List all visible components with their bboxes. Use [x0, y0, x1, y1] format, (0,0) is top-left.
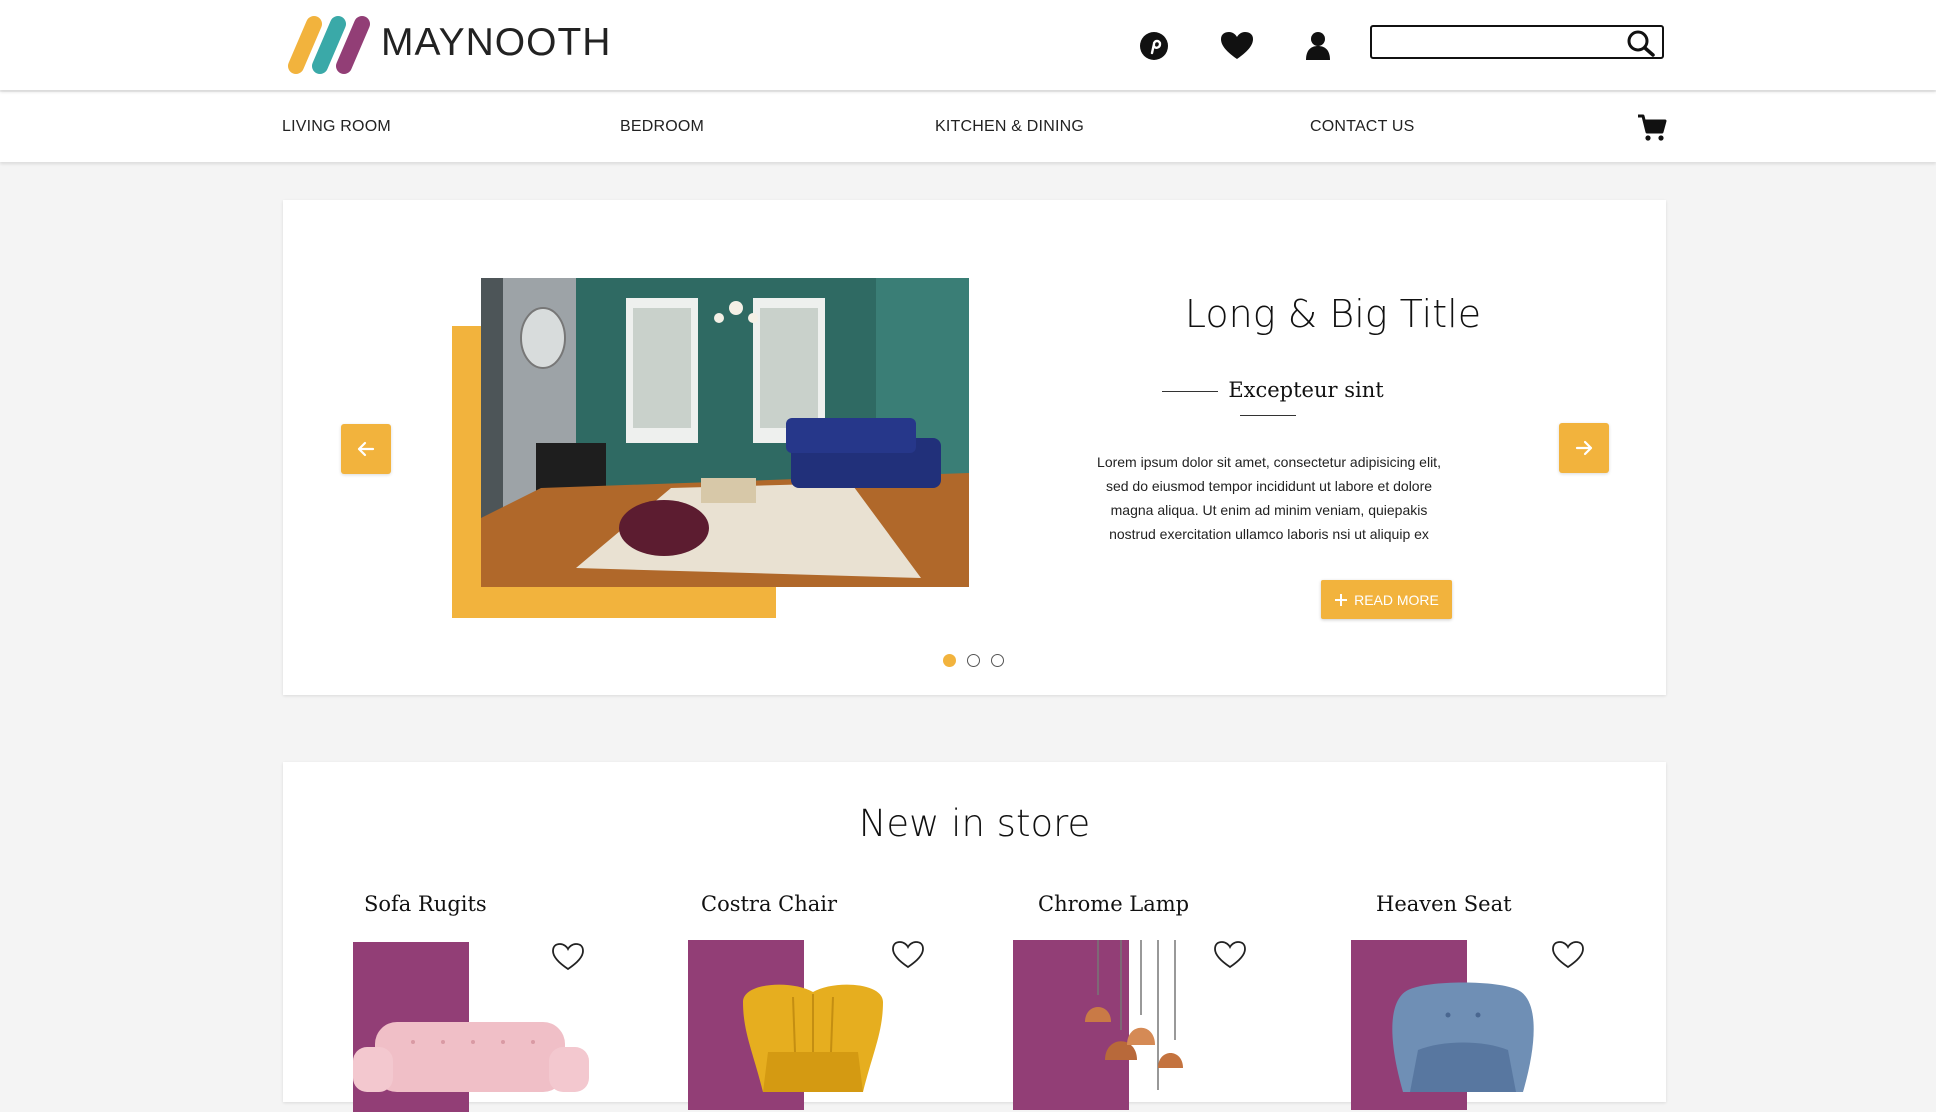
- user-icon[interactable]: [1300, 28, 1336, 64]
- nav-item-contact-us[interactable]: CONTACT US: [1310, 118, 1415, 136]
- carousel-dot-3[interactable]: [991, 654, 1004, 667]
- favorite-heart-icon[interactable]: [1213, 940, 1247, 970]
- product-name-costra-chair[interactable]: Costra Chair: [701, 892, 837, 916]
- carousel-prev-button[interactable]: [341, 424, 391, 474]
- pinterest-icon[interactable]: [1136, 28, 1172, 64]
- carousel-dot-1[interactable]: [943, 654, 956, 667]
- product-image-sofa[interactable]: [353, 1002, 593, 1092]
- search-input[interactable]: [1380, 27, 1624, 57]
- read-more-label: READ MORE: [1354, 591, 1439, 608]
- subtitle-rule-left: [1162, 391, 1219, 392]
- hero-carousel: Long & Big Title Excepteur sint Lorem ip…: [283, 200, 1666, 695]
- product-image-chair[interactable]: [733, 982, 893, 1092]
- section-title: New in store: [858, 802, 1091, 845]
- maynooth-logo-icon[interactable]: [282, 14, 374, 76]
- hero-title: Long & Big Title: [1184, 292, 1482, 336]
- heart-icon[interactable]: [1219, 28, 1255, 64]
- hero-subtitle-text: Excepteur sint: [1228, 378, 1384, 402]
- product-name-sofa-rugits[interactable]: Sofa Rugits: [364, 892, 487, 916]
- carousel-next-button[interactable]: [1559, 423, 1609, 473]
- carousel-dot-2[interactable]: [967, 654, 980, 667]
- product-name-heaven-seat[interactable]: Heaven Seat: [1376, 892, 1512, 916]
- cart-icon[interactable]: [1636, 112, 1668, 144]
- plus-icon: [1335, 593, 1348, 606]
- arrow-right-icon: [1575, 440, 1593, 456]
- product-image-seat[interactable]: [1388, 980, 1538, 1092]
- product-name-chrome-lamp[interactable]: Chrome Lamp: [1038, 892, 1189, 916]
- nav-item-living-room[interactable]: LIVING ROOM: [282, 118, 391, 136]
- favorite-heart-icon[interactable]: [891, 940, 925, 970]
- site-header: MAYNOOTH: [0, 0, 1936, 90]
- search-icon[interactable]: [1626, 29, 1656, 57]
- brand-name[interactable]: MAYNOOTH: [381, 21, 611, 65]
- nav-item-bedroom[interactable]: BEDROOM: [620, 118, 704, 136]
- hero-subtitle: Excepteur sint: [1133, 378, 1403, 426]
- read-more-button[interactable]: READ MORE: [1321, 580, 1452, 619]
- nav-item-kitchen-dining[interactable]: KITCHEN & DINING: [935, 118, 1084, 136]
- new-in-store-section: New in store Sofa Rugits Costra Chair Ch…: [283, 762, 1666, 1112]
- favorite-heart-icon[interactable]: [1551, 940, 1585, 970]
- product-image-lamp[interactable]: [1083, 940, 1203, 1090]
- favorite-heart-icon[interactable]: [551, 942, 585, 972]
- arrow-left-icon: [357, 441, 375, 457]
- hero-body-text: Lorem ipsum dolor sit amet, consectetur …: [1097, 454, 1441, 542]
- search-box[interactable]: [1370, 25, 1664, 59]
- living-room-photo: [481, 278, 969, 587]
- subtitle-rule-right: [1240, 415, 1296, 416]
